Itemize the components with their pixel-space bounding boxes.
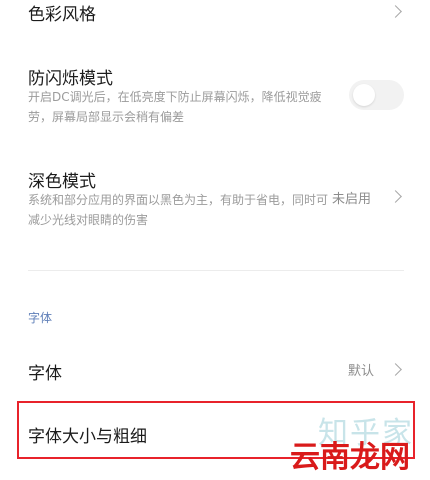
- dark-mode-description: 系统和部分应用的界面以黑色为主，有助于省电，同时可减少光线对眼睛的伤害: [28, 193, 329, 227]
- watermark-bottom: 云南龙网: [290, 440, 410, 475]
- dark-mode-status: 未启用: [332, 192, 372, 207]
- color-style-title: 色彩风格: [28, 5, 96, 25]
- color-style-row[interactable]: 色彩风格: [0, 0, 430, 30]
- font-row[interactable]: 字体 默认: [0, 350, 430, 390]
- anti-flicker-description: 开启DC调光后，在低亮度下防止屏幕闪烁，降低视觉疲劳，屏幕局部显示会稍有偏差: [28, 90, 322, 124]
- font-section-header: 字体: [28, 311, 53, 325]
- toggle-knob: [353, 84, 375, 106]
- dark-mode-title: 深色模式: [28, 172, 96, 192]
- dark-mode-row[interactable]: 深色模式 系统和部分应用的界面以黑色为主，有助于省电，同时可减少光线对眼睛的伤害…: [0, 160, 430, 240]
- section-divider: [28, 270, 404, 271]
- chevron-right-icon: [389, 363, 402, 376]
- font-value: 默认: [348, 364, 375, 379]
- chevron-right-icon: [389, 190, 402, 203]
- anti-flicker-toggle[interactable]: [349, 80, 404, 110]
- anti-flicker-title: 防闪烁模式: [28, 69, 113, 89]
- font-title: 字体: [28, 364, 62, 384]
- display-settings-page: 色彩风格 防闪烁模式 开启DC调光后，在低亮度下防止屏幕闪烁，降低视觉疲劳，屏幕…: [0, 0, 430, 480]
- chevron-right-icon: [389, 5, 402, 18]
